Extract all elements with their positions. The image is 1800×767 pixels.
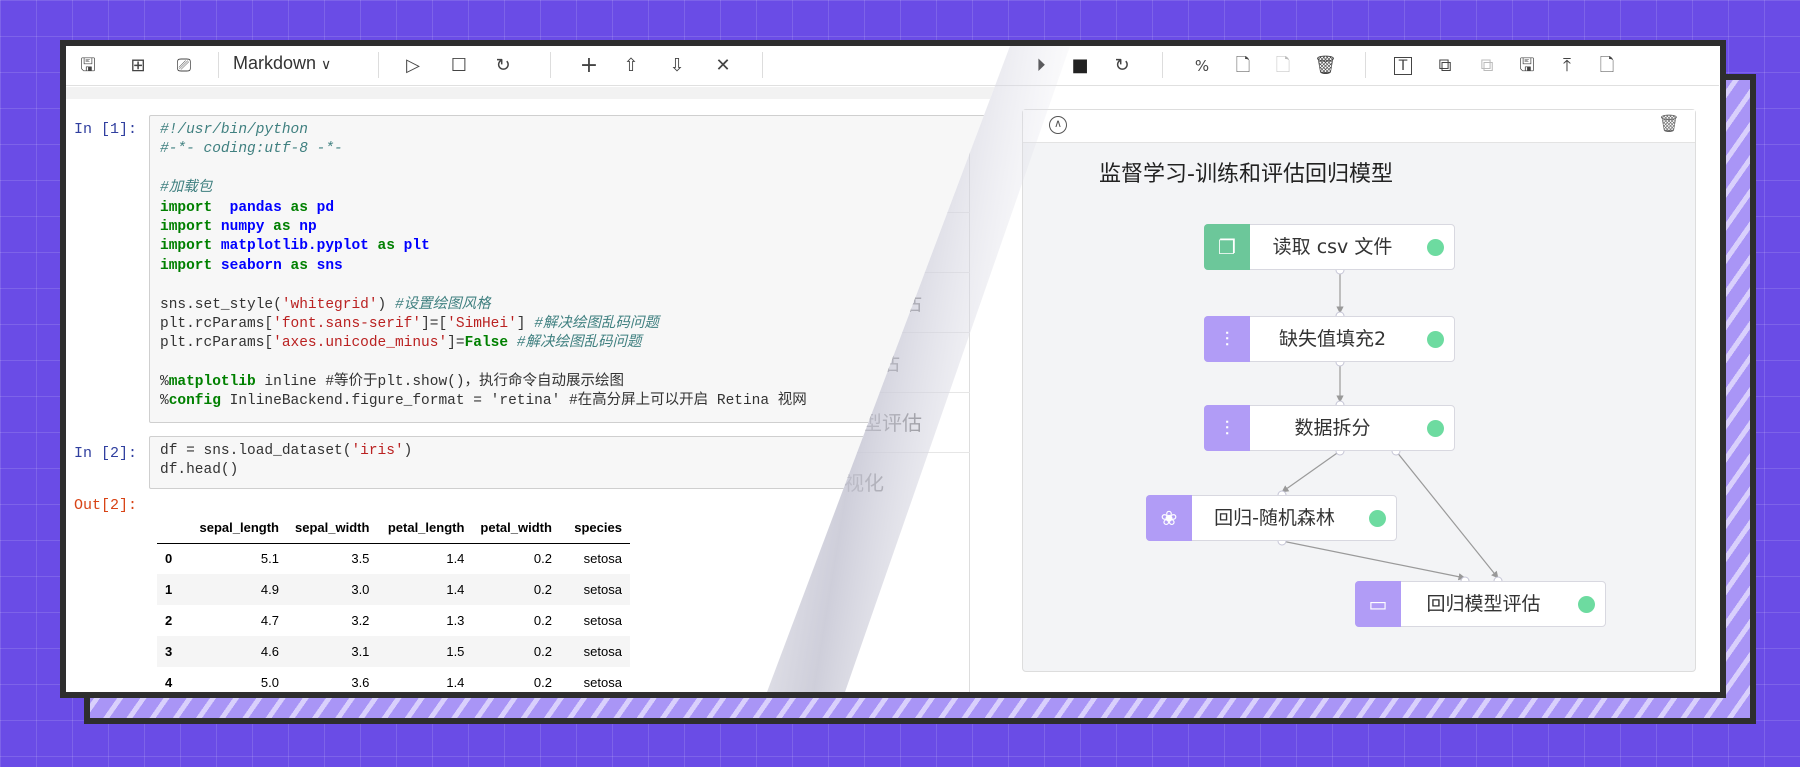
page-curl-shadow	[767, 46, 1070, 692]
